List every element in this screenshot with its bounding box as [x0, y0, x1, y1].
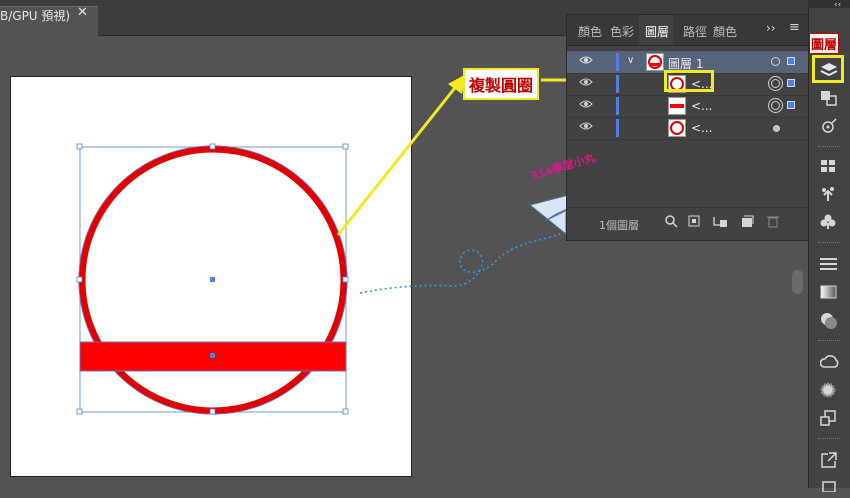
dock-separator [818, 438, 840, 440]
tab-layers-label: 圖層 [645, 25, 670, 39]
search-icon[interactable] [664, 214, 678, 228]
tab-color-guide[interactable]: 色彩 [610, 23, 634, 40]
layer-color-bar [616, 53, 619, 71]
selection-indicator[interactable] [787, 79, 795, 87]
club-icon[interactable] [810, 210, 848, 234]
export-icon[interactable] [810, 448, 848, 472]
panel-more-tabs-icon[interactable]: ›› [766, 21, 776, 35]
panel-menu-icon[interactable]: ≡ [789, 20, 800, 35]
layers-panel: 顏色 色彩 圖層 路徑 顏色 ›› ≡ ∨ 圖層 1 <... <... <..… [566, 14, 809, 241]
eye-icon[interactable] [579, 99, 593, 109]
annotation-layers-label: 圖層 [809, 33, 840, 54]
layer-thumbnail [646, 53, 664, 71]
layer-row[interactable]: <... [567, 117, 808, 140]
layer-color-bar [616, 97, 619, 115]
sublayer-name[interactable]: <... [691, 121, 713, 135]
dock-header [808, 0, 850, 8]
sublayer-thumbnail [668, 97, 686, 115]
eye-icon[interactable] [579, 55, 593, 65]
annotation-highlight-row [664, 70, 714, 92]
chevron-down-icon[interactable]: ∨ [627, 55, 634, 66]
target-dot-icon[interactable] [773, 125, 780, 132]
transform-icon[interactable] [810, 406, 848, 430]
target-circle-icon[interactable] [771, 57, 780, 66]
sublayer-thumbnail [668, 119, 686, 137]
layers-count: 1個圖層 [599, 219, 639, 232]
dock-separator [818, 340, 840, 342]
layer-color-bar [616, 75, 619, 93]
layer-row[interactable]: <... [567, 95, 808, 118]
tab-layers[interactable]: 圖層 [639, 15, 673, 45]
target-circle-icon[interactable] [768, 98, 783, 113]
dock-collapse-icon[interactable]: ‹‹ [834, 0, 841, 10]
sublayer-name[interactable]: <... [691, 99, 713, 113]
annotation-highlight-icon [812, 55, 844, 83]
eye-icon[interactable] [579, 77, 593, 87]
artboard[interactable] [10, 76, 412, 477]
target-circle-icon[interactable] [768, 76, 783, 91]
stroke-icon[interactable] [810, 252, 848, 276]
selection-indicator[interactable] [787, 101, 795, 109]
tab-pathfinder[interactable]: 路徑 [683, 23, 707, 40]
clipping-mask-icon[interactable] [687, 214, 701, 228]
partial-dock-icon[interactable] [810, 474, 848, 498]
selection-indicator[interactable] [787, 57, 795, 65]
dock-separator [818, 146, 840, 148]
new-sublayer-icon[interactable] [712, 214, 728, 228]
layer-color-bar [616, 119, 619, 137]
transparency-icon[interactable] [810, 308, 848, 332]
vertical-scrollbar[interactable] [792, 270, 803, 294]
asset-export-icon[interactable] [810, 114, 848, 138]
eye-icon[interactable] [579, 121, 593, 131]
panel-footer: 1個圖層 [567, 207, 808, 240]
panel-tab-bar: 顏色 色彩 圖層 路徑 顏色 ›› ≡ [567, 15, 808, 46]
close-tab-icon[interactable]: ✕ [77, 5, 88, 20]
libraries-icon[interactable] [810, 350, 848, 374]
document-tab-title: B/GPU 預視) [0, 9, 71, 23]
tab-color-2[interactable]: 顏色 [713, 23, 737, 40]
trash-icon[interactable] [766, 214, 780, 228]
swatches-icon[interactable] [810, 154, 848, 178]
new-layer-icon[interactable] [740, 214, 754, 228]
dock-separator [818, 242, 840, 244]
artboards-icon[interactable] [810, 86, 848, 110]
tab-color[interactable]: 顏色 [578, 23, 602, 40]
appearance-icon[interactable] [810, 378, 848, 402]
gradient-icon[interactable] [810, 280, 848, 304]
symbols-icon[interactable] [810, 182, 848, 206]
annotation-copy-circle: 複製圓圈 [463, 68, 540, 100]
